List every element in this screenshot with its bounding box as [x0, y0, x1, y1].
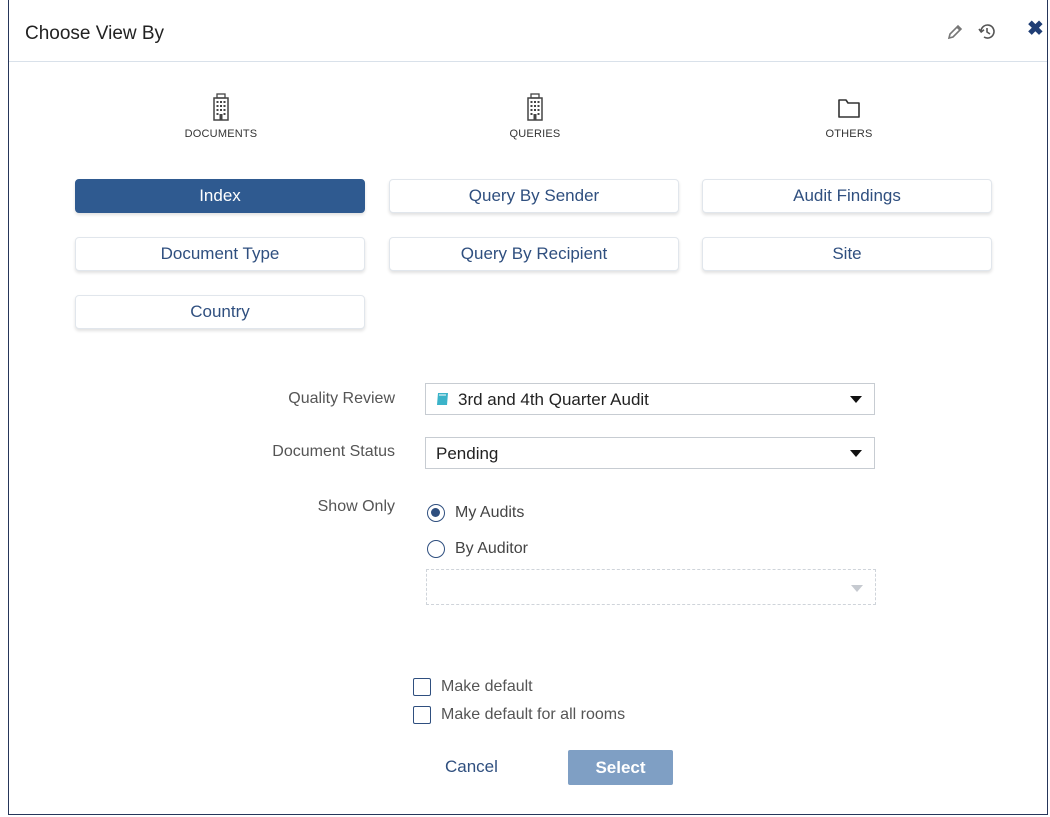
building-icon — [527, 93, 543, 121]
by-auditor-radio[interactable]: By Auditor — [427, 540, 567, 562]
category-documents: DOCUMENTS — [141, 90, 301, 140]
category-documents-label: DOCUMENTS — [184, 128, 258, 140]
cancel-button[interactable]: Cancel — [445, 757, 498, 777]
document-status-value: Pending — [436, 444, 499, 463]
radio-unselected[interactable] — [427, 540, 445, 558]
quality-review-select[interactable]: 3rd and 4th Quarter Audit — [425, 383, 875, 415]
index-button[interactable]: Index — [75, 179, 365, 213]
my-audits-radio[interactable]: My Audits — [427, 504, 567, 526]
building-icon — [213, 93, 229, 121]
choose-view-dialog: Choose View By ✖ DOCUMENTS QUERIES OTHER… — [8, 0, 1048, 815]
chevron-down-icon — [851, 585, 863, 592]
quality-review-label: Quality Review — [288, 390, 395, 407]
query-by-sender-button[interactable]: Query By Sender — [389, 179, 679, 213]
pencil-icon[interactable] — [945, 22, 965, 42]
book-icon — [437, 393, 448, 405]
make-default-checkbox[interactable]: Make default — [413, 678, 613, 698]
site-button[interactable]: Site — [702, 237, 992, 271]
show-only-label: Show Only — [317, 498, 395, 515]
make-default-label: Make default — [441, 678, 533, 695]
document-status-label: Document Status — [272, 443, 395, 460]
category-queries-label: QUERIES — [509, 128, 561, 140]
chevron-down-icon — [850, 450, 862, 457]
chevron-down-icon — [850, 396, 862, 403]
radio-selected[interactable] — [427, 504, 445, 522]
checkbox[interactable] — [413, 706, 431, 724]
select-button[interactable]: Select — [568, 750, 673, 785]
make-default-all-rooms-label: Make default for all rooms — [441, 706, 626, 723]
quality-review-value: 3rd and 4th Quarter Audit — [458, 390, 649, 409]
country-button[interactable]: Country — [75, 295, 365, 329]
document-status-select[interactable]: Pending — [425, 437, 875, 469]
dialog-header: Choose View By ✖ — [9, 0, 1047, 62]
audit-findings-button[interactable]: Audit Findings — [702, 179, 992, 213]
query-by-recipient-button[interactable]: Query By Recipient — [389, 237, 679, 271]
close-icon[interactable]: ✖ — [1027, 19, 1047, 39]
by-auditor-label: By Auditor — [455, 540, 528, 557]
history-icon[interactable] — [977, 22, 997, 42]
dialog-title: Choose View By — [25, 23, 165, 44]
folder-icon — [838, 99, 860, 118]
category-queries: QUERIES — [455, 90, 615, 140]
category-others-label: OTHERS — [825, 128, 873, 140]
checkbox[interactable] — [413, 678, 431, 696]
auditor-select[interactable] — [426, 569, 876, 605]
category-others: OTHERS — [769, 90, 929, 140]
document-type-button[interactable]: Document Type — [75, 237, 365, 271]
my-audits-label: My Audits — [455, 504, 525, 521]
make-default-all-rooms-checkbox[interactable]: Make default for all rooms — [413, 706, 693, 726]
